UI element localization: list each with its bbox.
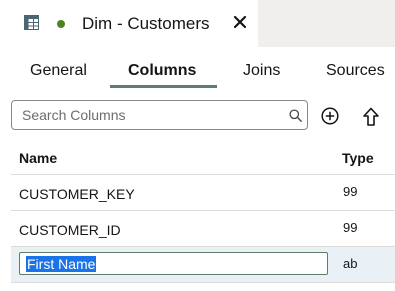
subtab-bar: General Columns Joins Sources: [0, 47, 395, 89]
tab-columns[interactable]: Columns: [128, 61, 196, 81]
column-header-type[interactable]: Type: [342, 150, 374, 166]
upload-arrow-icon[interactable]: [362, 107, 380, 127]
table-row[interactable]: CUSTOMER_ID 99: [11, 210, 395, 246]
table-bottom-divider: [11, 282, 395, 283]
table-grid-icon: [24, 15, 39, 30]
add-circle-icon[interactable]: [321, 107, 339, 125]
table-row[interactable]: CUSTOMER_KEY 99: [11, 174, 395, 210]
search-input[interactable]: [22, 101, 277, 129]
column-name-cell: CUSTOMER_KEY: [19, 186, 135, 202]
column-name-edit-field[interactable]: First Name: [19, 252, 328, 275]
document-tab-title: Dim - Customers: [82, 14, 210, 33]
column-name-edit-text: First Name: [26, 256, 97, 272]
column-type-cell: 99: [343, 220, 358, 235]
search-box: [11, 100, 308, 130]
close-icon[interactable]: [233, 15, 247, 29]
column-header-name[interactable]: Name: [19, 150, 57, 166]
column-type-cell: ab: [343, 256, 358, 271]
selected-tab-indicator: [110, 85, 217, 88]
unsaved-indicator-dot: [57, 20, 65, 28]
search-icon[interactable]: [289, 109, 302, 122]
column-name-cell: CUSTOMER_ID: [19, 222, 121, 238]
column-type-cell: 99: [343, 184, 358, 199]
tab-joins[interactable]: Joins: [243, 61, 280, 81]
table-row-selected[interactable]: First Name ab: [11, 246, 395, 282]
tab-general[interactable]: General: [30, 61, 87, 81]
tab-bar-background: [258, 0, 395, 47]
tab-sources[interactable]: Sources: [326, 61, 385, 81]
document-tab[interactable]: Dim - Customers: [0, 0, 258, 47]
